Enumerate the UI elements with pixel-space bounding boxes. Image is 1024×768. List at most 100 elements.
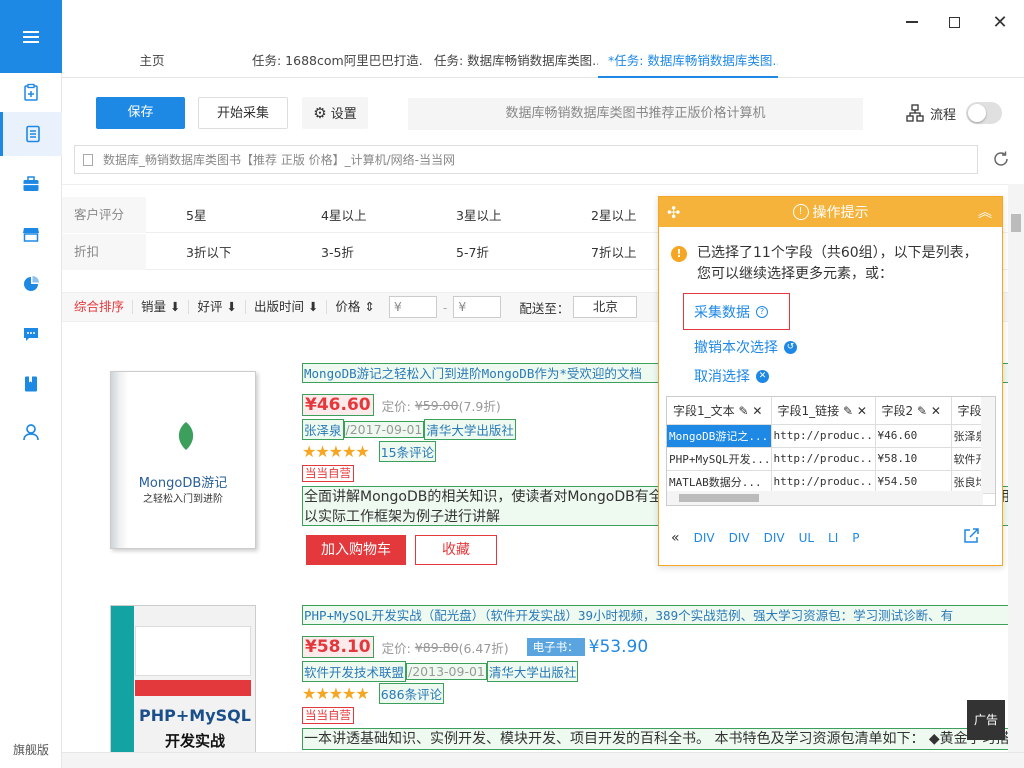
scrollbar-thumb[interactable] <box>1011 214 1021 232</box>
field-table: 字段1_文本 ✎ ✕ 字段1_链接 ✎ ✕ 字段2 ✎ ✕ 字段3 MongoD… <box>666 396 996 506</box>
favorite-button[interactable]: 收藏 <box>415 535 497 565</box>
start-collect-button[interactable]: 开始采集 <box>198 97 288 129</box>
settings-label: 设置 <box>330 107 357 122</box>
filter-option[interactable]: 4星以上 <box>281 205 416 224</box>
menu-button[interactable] <box>0 0 62 73</box>
delete-icon[interactable]: ✕ <box>752 404 762 418</box>
table-cell[interactable]: http://produc... <box>771 470 876 494</box>
sort-default[interactable]: 综合排序 <box>62 300 134 314</box>
table-cell[interactable]: PHP+MySQL开发... <box>667 447 772 471</box>
price-to-input[interactable]: ¥ <box>453 296 502 318</box>
star-rating-icon: ★★★★★ <box>302 683 370 703</box>
path-node[interactable]: DIV <box>764 531 785 545</box>
product-title[interactable]: PHP+MySQL开发实战（配光盘）（软件开发实战）39小时视频，389个实战范… <box>302 605 1008 625</box>
sidebar-item-chart[interactable] <box>0 262 62 306</box>
cancel-selection-link[interactable]: 取消选择 ✕ <box>694 366 769 386</box>
refresh-icon[interactable] <box>992 150 1010 168</box>
filter-option[interactable]: 5星 <box>146 205 281 224</box>
page-scrollbar[interactable] <box>1008 184 1024 754</box>
new-task-button[interactable] <box>0 70 62 114</box>
flow-toggle[interactable] <box>966 102 1002 124</box>
table-cell[interactable]: MATLAB数据分... <box>667 470 772 494</box>
field-header[interactable]: 字段2 ✎ ✕ <box>875 397 952 425</box>
edit-icon[interactable]: ✎ <box>843 404 853 418</box>
edit-icon[interactable]: ✎ <box>738 404 748 418</box>
tab-task-database-active[interactable]: *任务: 数据库畅销数据库类图... <box>598 44 778 78</box>
maximize-button[interactable] <box>942 12 966 32</box>
delete-icon[interactable]: ✕ <box>931 404 941 418</box>
tab-task-database[interactable]: 任务: 数据库畅销数据库类图... <box>424 44 598 78</box>
edit-icon[interactable]: ✎ <box>917 404 927 418</box>
ad-badge[interactable]: 广告 <box>967 700 1005 740</box>
table-vscrollbar[interactable] <box>981 397 995 493</box>
table-cell[interactable]: ¥46.60 <box>875 424 952 448</box>
review-count-link[interactable]: 686条评论 <box>378 682 445 704</box>
path-node[interactable]: DIV <box>729 531 750 545</box>
tab-home[interactable]: 主页 <box>62 44 242 78</box>
sidebar-item-store[interactable] <box>0 212 62 256</box>
collect-data-link[interactable]: 采集数据 ? <box>683 293 790 330</box>
table-cell[interactable]: MongoDB游记之... <box>667 424 772 448</box>
minimize-button[interactable] <box>900 12 924 32</box>
tab-task-1688[interactable]: 任务: 1688com阿里巴巴打造... <box>242 44 424 78</box>
cover-ribbon <box>135 680 251 696</box>
external-link-icon[interactable] <box>962 527 980 545</box>
collapse-icon[interactable]: ︽ <box>978 202 992 222</box>
path-node[interactable]: P <box>852 531 859 545</box>
sort-sales[interactable]: 销量 ⬇ <box>133 300 190 314</box>
table-hscrollbar[interactable] <box>667 491 983 505</box>
undo-selection-link[interactable]: 撤销本次选择 ↺ <box>694 337 797 357</box>
table-cell[interactable]: ¥54.50 <box>875 470 952 494</box>
sidebar-item-messages[interactable] <box>0 312 62 356</box>
book-cover[interactable]: MongoDB游记 之轻松入门到进阶 <box>110 371 256 549</box>
filter-option[interactable]: 3-5折 <box>281 242 416 261</box>
field-name: 字段2 <box>881 403 914 418</box>
flow-label: 流程 <box>930 107 957 123</box>
table-cell[interactable]: http://produc... <box>771 424 876 448</box>
sort-rating[interactable]: 好评 ⬇ <box>189 300 246 314</box>
url-bar[interactable]: 数据库_畅销数据库类图书【推荐 正版 价格】_计算机/网络-当当网 <box>74 145 978 174</box>
book-cover[interactable]: PHP+MySQL 开发实战 <box>110 605 256 754</box>
table-row: PHP+MySQL开发... http://produc... ¥58.10 软… <box>667 447 995 471</box>
author-link[interactable]: 张泽泉 <box>302 418 344 440</box>
move-icon[interactable]: ✣ <box>667 203 680 222</box>
filter-option[interactable]: 3星以上 <box>416 205 551 224</box>
sort-price[interactable]: 价格 ⇕ <box>327 300 382 314</box>
close-button[interactable]: ✕ <box>988 12 1012 33</box>
filter-label: 折扣 <box>62 233 146 270</box>
original-price-label: 定价: <box>381 398 411 414</box>
path-node[interactable]: DIV <box>694 531 715 545</box>
author-link[interactable]: 软件开发技术联盟 <box>302 660 407 682</box>
ship-to-select[interactable]: 北京 <box>573 296 638 318</box>
sidebar-item-book[interactable] <box>0 362 62 406</box>
table-cell[interactable]: http://produc... <box>771 447 876 471</box>
sort-updown-icon: ⇕ <box>360 299 375 314</box>
panel-header[interactable]: ✣ ! 操作提示 ︽ <box>659 197 1002 227</box>
field-header[interactable]: 字段1_链接 ✎ ✕ <box>771 397 876 425</box>
add-to-cart-button[interactable]: 加入购物车 <box>306 535 406 565</box>
publisher-link[interactable]: 清华大学出版社 <box>486 660 579 682</box>
delete-icon[interactable]: ✕ <box>857 404 867 418</box>
original-price: ¥89.80 <box>414 639 459 655</box>
page-hscrollbar[interactable] <box>62 752 1024 768</box>
filter-option[interactable]: 5-7折 <box>416 242 551 261</box>
element-path-breadcrumb: « DIV DIV DIV UL LI P <box>671 530 860 546</box>
path-node[interactable]: LI <box>828 531 838 545</box>
table-cell[interactable]: ¥58.10 <box>875 447 952 471</box>
field-header[interactable]: 字段1_文本 ✎ ✕ <box>667 397 772 425</box>
sort-date[interactable]: 出版时间 ⬇ <box>246 300 328 314</box>
ebook-price[interactable]: ¥53.90 <box>589 637 648 657</box>
sidebar-item-tasks[interactable] <box>0 112 62 156</box>
settings-button[interactable]: ⚙ 设置 <box>302 97 368 129</box>
task-name-field[interactable]: 数据库畅销数据库类图书推荐正版价格计算机 <box>408 98 863 130</box>
sidebar-item-briefcase[interactable] <box>0 162 62 206</box>
price-from-input[interactable]: ¥ <box>388 296 437 318</box>
publisher-link[interactable]: 清华大学出版社 <box>424 418 516 440</box>
double-left-icon[interactable]: « <box>671 530 680 546</box>
path-node[interactable]: UL <box>799 531 814 545</box>
save-button[interactable]: 保存 <box>96 97 185 129</box>
review-count-link[interactable]: 15条评论 <box>378 440 437 462</box>
filter-option[interactable]: 3折以下 <box>146 242 281 261</box>
sidebar-item-user[interactable] <box>0 410 62 454</box>
scrollbar-thumb[interactable] <box>679 494 759 502</box>
